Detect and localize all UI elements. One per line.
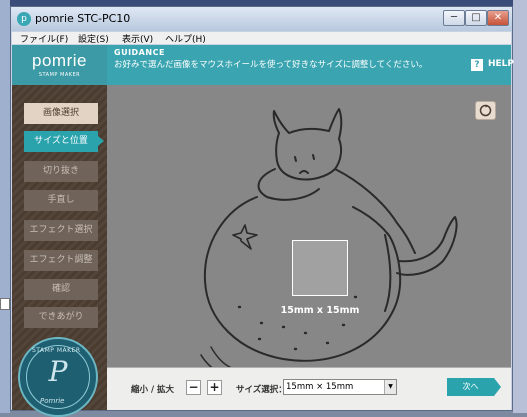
pomrie-app-icon: p [17,12,31,26]
title-bar: p pomrie STC-PC10 ─ □ ✕ [11,7,512,31]
next-button[interactable]: 次へ [447,378,501,396]
seal-letter: P [48,355,68,388]
step-image-select[interactable]: 画像選択 [24,103,98,124]
desktop-right-edge [513,0,527,413]
menu-bar: ファイル(F) 設定(S) 表示(V) ヘルプ(H) [12,32,511,45]
menu-help[interactable]: ヘルプ(H) [165,32,206,45]
step-retouch: 手直し [24,190,98,211]
guidance-title: GUIDANCE [114,48,165,57]
zoom-label: 縮小 / 拡大 [131,385,175,395]
stamp-area-box[interactable] [292,240,348,296]
size-select[interactable]: 15mm × 15mm ▼ [283,379,397,395]
reset-icon[interactable] [475,101,496,120]
cat-on-orange-sketch [200,108,458,367]
bottom-toolbar: 縮小 / 拡大 − + サイズ選択： 15mm × 15mm ▼ 次へ [107,367,511,410]
app-client-area: pomrie STAMP MAKER 画像選択 サイズと位置 切り抜き 手直し … [12,45,514,417]
zoom-out-button[interactable]: − [186,380,201,395]
stamp-size-label: 15mm x 15mm [280,305,360,316]
desktop-checkbox [0,298,10,310]
step-effect-select: エフェクト選択 [24,220,98,241]
reset-glyph [479,104,492,117]
seal-stamp-text: STAMP MAKER [32,347,81,354]
pomrie-logo: pomrie STAMP MAKER [12,45,107,85]
sidebar: pomrie STAMP MAKER 画像選択 サイズと位置 切り抜き 手直し … [12,45,107,417]
image-canvas[interactable]: 15mm x 15mm [107,85,511,367]
step-effect-adjust: エフェクト調整 [24,250,98,271]
guidance-banner: GUIDANCE お好みで選んだ画像をマウスホイールを使って好きなサイズに調整し… [107,45,514,85]
window-title: pomrie STC-PC10 [35,12,131,25]
seal-pomrie-text: Pomrie [40,397,65,405]
step-confirm: 確認 [24,279,98,300]
minimize-button[interactable]: ─ [443,10,465,26]
size-select-label: サイズ選択： [236,385,287,395]
close-button[interactable]: ✕ [487,10,509,26]
stamp-maker-seal-logo: STAMP MAKER P Pomrie [18,337,98,417]
chevron-down-icon[interactable]: ▼ [384,380,396,394]
desktop-left-edge [0,0,10,413]
maximize-button[interactable]: □ [465,10,487,26]
menu-settings[interactable]: 設定(S) [78,32,109,45]
size-select-value: 15mm × 15mm [286,382,354,392]
menu-view[interactable]: 表示(V) [122,32,153,45]
menu-file[interactable]: ファイル(F) [20,32,68,45]
step-size-position[interactable]: サイズと位置 [24,131,104,152]
brand-name: pomrie [32,51,87,70]
step-crop: 切り抜き [24,161,98,182]
zoom-in-button[interactable]: + [207,380,222,395]
guidance-text: お好みで選んだ画像をマウスホイールを使って好きなサイズに調整してください。 [114,60,428,70]
app-window: p pomrie STC-PC10 ─ □ ✕ ファイル(F) 設定(S) 表示… [10,6,514,417]
help-button[interactable]: HELP [488,59,514,69]
brand-subtitle: STAMP MAKER [38,72,81,78]
help-icon[interactable]: ? [471,59,483,71]
step-finished: できあがり [24,307,98,328]
